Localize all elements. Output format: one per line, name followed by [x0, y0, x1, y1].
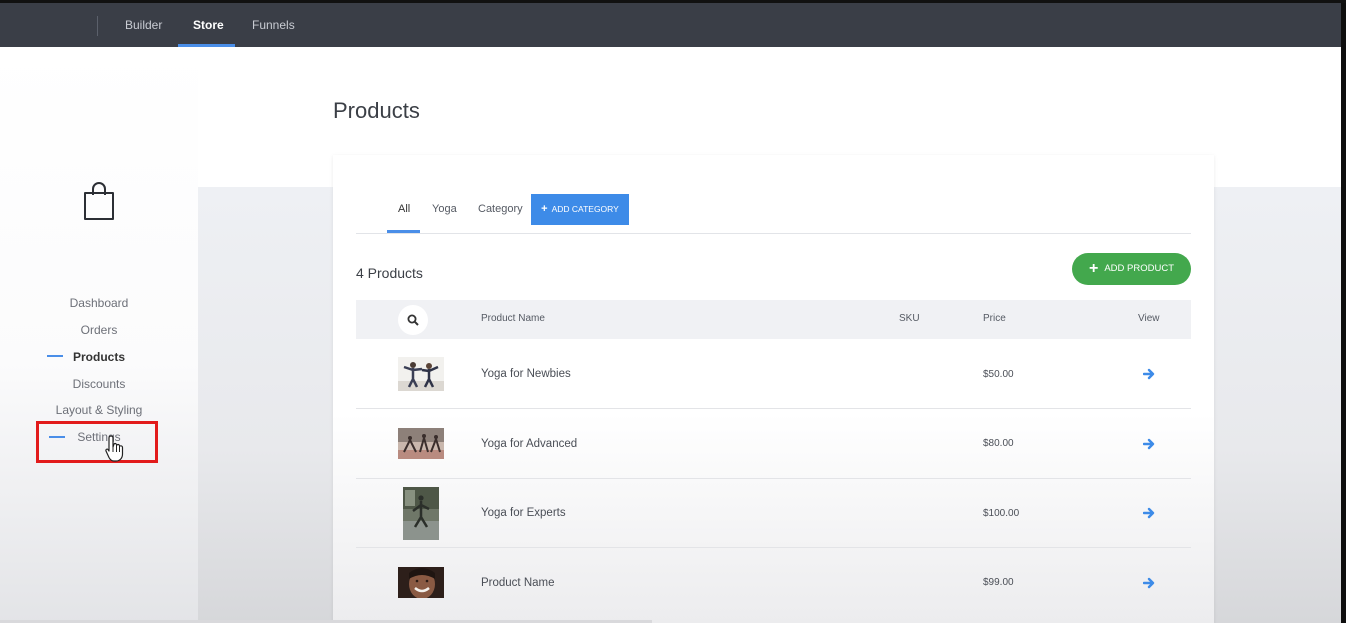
nav-tab-store[interactable]: Store [193, 3, 224, 47]
add-category-label: ADD CATEGORY [551, 204, 619, 214]
product-price-cell: $80.00 [983, 438, 1014, 449]
annotation-highlight-box [36, 421, 158, 463]
product-price-cell: $50.00 [983, 369, 1014, 380]
product-thumbnail-product-name[interactable] [398, 567, 444, 598]
column-header-view: View [1138, 313, 1160, 324]
nav-tab-builder[interactable]: Builder [125, 3, 162, 47]
add-product-button[interactable]: + ADD PRODUCT [1072, 253, 1191, 285]
search-icon [407, 314, 419, 326]
product-thumbnail-yoga-newbies[interactable] [398, 357, 444, 391]
sidebar-item-dashboard[interactable]: Dashboard [0, 296, 198, 310]
product-name-cell[interactable]: Yoga for Advanced [481, 438, 577, 450]
products-card [333, 155, 1214, 623]
product-thumbnail-yoga-advanced[interactable] [398, 428, 444, 459]
row-divider [356, 478, 1191, 479]
tab-category[interactable]: Category [478, 203, 523, 215]
view-arrow-icon[interactable] [1143, 577, 1155, 589]
sidebar-item-layout-styling[interactable]: Layout & Styling [0, 403, 198, 417]
sidebar-item-products[interactable]: Products [0, 350, 198, 364]
column-header-product-name[interactable]: Product Name [481, 313, 545, 324]
product-thumbnail-yoga-experts[interactable] [403, 487, 439, 540]
window-right-edge [1341, 0, 1346, 623]
column-header-sku[interactable]: SKU [899, 313, 920, 324]
tabs-divider [356, 233, 1191, 234]
plus-icon: + [541, 203, 548, 215]
product-name-cell[interactable]: Product Name [481, 577, 555, 589]
column-header-price[interactable]: Price [983, 313, 1006, 324]
product-count: 4 Products [356, 265, 423, 281]
tab-all[interactable]: All [398, 203, 410, 215]
row-divider [356, 547, 1191, 548]
shopping-bag-icon [84, 182, 114, 220]
sidebar-item-discounts[interactable]: Discounts [0, 377, 198, 391]
nav-divider [97, 16, 98, 36]
view-arrow-icon[interactable] [1143, 507, 1155, 519]
nav-tab-funnels[interactable]: Funnels [252, 3, 295, 47]
top-navigation-bar: Builder Store Funnels [0, 3, 1341, 47]
product-price-cell: $99.00 [983, 577, 1014, 588]
add-product-label: ADD PRODUCT [1104, 263, 1174, 274]
tab-yoga[interactable]: Yoga [432, 203, 457, 215]
window-top-edge [0, 0, 1346, 3]
plus-icon: + [1088, 260, 1099, 277]
product-price-cell: $100.00 [983, 508, 1020, 519]
add-category-button[interactable]: + ADD CATEGORY [531, 194, 629, 225]
search-button[interactable] [398, 305, 428, 335]
view-arrow-icon[interactable] [1143, 438, 1155, 450]
app-screen: Builder Store Funnels Dashboard Orders P… [0, 0, 1341, 623]
product-name-cell[interactable]: Yoga for Experts [481, 507, 566, 519]
product-name-cell[interactable]: Yoga for Newbies [481, 368, 571, 380]
view-arrow-icon[interactable] [1143, 368, 1155, 380]
sidebar-item-orders[interactable]: Orders [0, 323, 198, 337]
hand-pointer-cursor-icon [105, 435, 124, 462]
row-divider [356, 408, 1191, 409]
page-title: Products [333, 98, 420, 123]
